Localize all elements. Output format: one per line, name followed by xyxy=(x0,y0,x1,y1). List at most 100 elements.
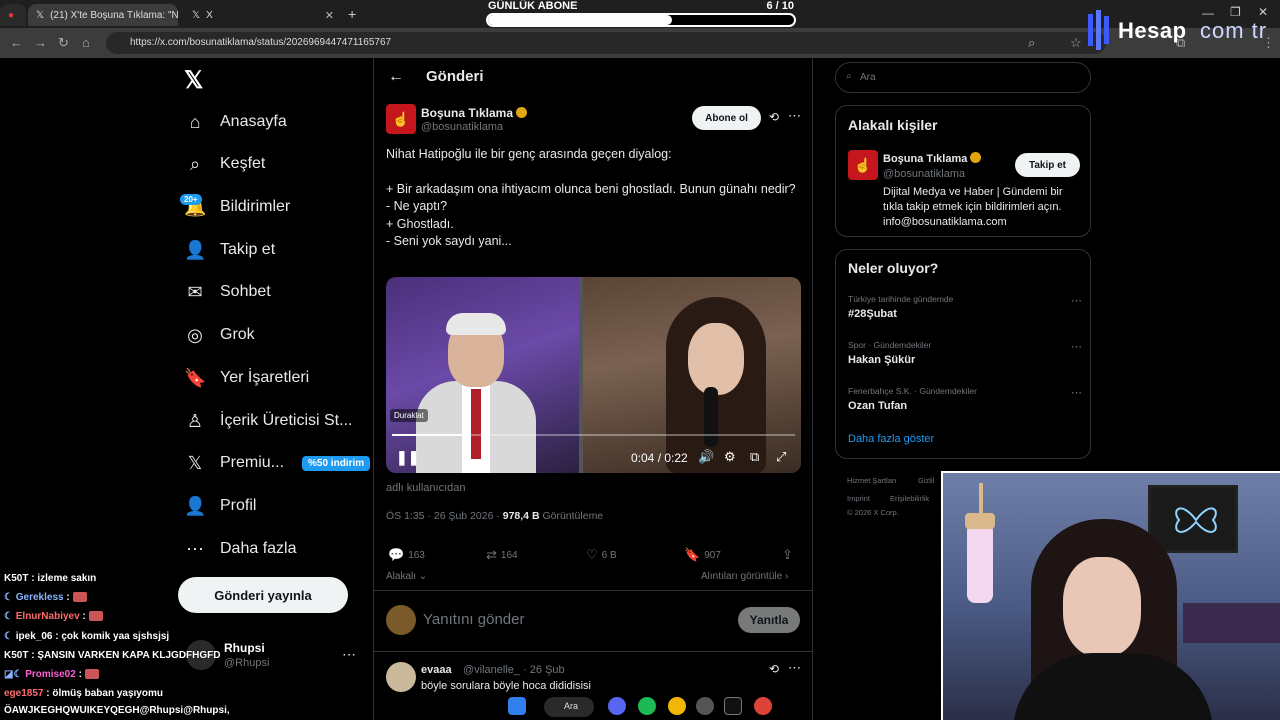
nav-home[interactable]: ⌂ Anasayfa xyxy=(184,105,287,139)
browser-tab-2[interactable]: 𝕏 X ✕ xyxy=(184,4,342,26)
nav-grok[interactable]: ◎ Grok xyxy=(184,318,255,352)
author-handle[interactable]: @bosunatiklama xyxy=(421,121,503,133)
footer-link[interactable]: Imprint xyxy=(847,494,870,503)
settings-gear-icon[interactable]: ⚙ xyxy=(724,449,736,465)
footer-link[interactable]: Hizmet Şartları xyxy=(847,476,897,485)
zoom-icon[interactable]: ⌕ xyxy=(1028,35,1035,51)
reload-icon[interactable]: ↻ xyxy=(58,35,69,51)
chrome-icon[interactable] xyxy=(668,697,686,715)
sort-relevant-dropdown[interactable]: Alakalı ⌄ xyxy=(386,571,427,582)
video-person xyxy=(656,297,776,473)
x-tab-icon: 𝕏 xyxy=(36,9,45,21)
tweet-line: + Bir arkadaşım ona ihtiyacım olunca ben… xyxy=(386,181,796,196)
like-action[interactable]: ♡ 6 B xyxy=(586,547,617,563)
back-icon[interactable]: ← xyxy=(10,35,23,50)
notification-badge: 20+ xyxy=(180,194,202,205)
nav-label: Profil xyxy=(220,497,257,514)
search-label: Ara xyxy=(564,701,579,711)
spotify-icon[interactable] xyxy=(638,697,656,715)
nav-label: Keşfet xyxy=(220,155,266,172)
reply-author[interactable]: evaaa xyxy=(421,664,452,676)
nav-creator-studio[interactable]: ♙ İçerik Üreticisi St... xyxy=(184,404,353,438)
bookmark-count: 907 xyxy=(704,549,721,561)
chat-user: ege1857 xyxy=(4,688,44,699)
chrome-active-icon[interactable] xyxy=(754,697,772,715)
close-tab-icon[interactable]: ✕ xyxy=(325,9,334,22)
more-icon[interactable]: ⋯ xyxy=(1071,294,1082,307)
more-icon[interactable]: ⋯ xyxy=(788,108,801,124)
reply-action[interactable]: 💬 163 xyxy=(388,547,425,563)
brand-logo: Hesap com tr xyxy=(1084,6,1280,56)
nav-explore[interactable]: ⌕ Keşfet xyxy=(184,147,265,181)
follow-button[interactable]: Takip et xyxy=(1015,153,1080,177)
search-input[interactable]: ⌕ Ara xyxy=(835,62,1091,93)
more-icon[interactable]: ⋯ xyxy=(342,646,356,663)
footer-link[interactable]: Erişilebilirlik xyxy=(890,494,929,503)
show-more-link[interactable]: Daha fazla göster xyxy=(848,433,934,445)
video-progress[interactable] xyxy=(392,434,795,436)
like-count: 6 B xyxy=(601,549,617,561)
repost-action[interactable]: ⇄ 164 xyxy=(486,547,518,563)
trend-item[interactable]: Spor · Gündemdekiler Hakan Şükür ⋯ xyxy=(848,340,1082,366)
moon-icon: ☾ xyxy=(4,592,13,603)
quotes-label: Alıntıları görüntüle xyxy=(701,571,783,582)
steam-icon[interactable] xyxy=(696,697,714,715)
grok-icon[interactable]: ⟲ xyxy=(769,110,779,124)
grok-icon[interactable]: ⟲ xyxy=(769,662,779,676)
main-column: ← Gönderi ☝ Boşuna Tıklama @bosunatiklam… xyxy=(373,58,813,720)
author-name[interactable]: Boşuna Tıklama xyxy=(421,106,528,120)
browser-tab-prev[interactable]: ● xyxy=(0,4,26,26)
share-action[interactable]: ⇪ xyxy=(782,547,793,563)
footer-link[interactable]: Gizlil xyxy=(918,476,934,485)
trend-item[interactable]: Türkiye tarihinde gündemde #28Şubat ⋯ xyxy=(848,294,1082,320)
capcut-icon[interactable] xyxy=(724,697,742,715)
nav-more[interactable]: ⋯ Daha fazla xyxy=(184,532,297,566)
taskbar-search[interactable]: Ara xyxy=(544,697,594,717)
tweet-time[interactable]: ÖS 1:35 · 26 Şub 2026 · xyxy=(386,510,500,522)
related-avatar[interactable]: ☝ xyxy=(848,150,878,180)
more-icon[interactable]: ⋯ xyxy=(1071,386,1082,399)
home-browser-icon[interactable]: ⌂ xyxy=(82,35,90,50)
premium-promo-badge: %50 indirim xyxy=(302,455,371,471)
trend-item[interactable]: Fenerbahçe S.K. · Gündemdekiler Ozan Tuf… xyxy=(848,386,1082,412)
reply-button[interactable]: Yanıtla xyxy=(738,607,800,633)
more-icon[interactable]: ⋯ xyxy=(788,660,801,676)
reply-input[interactable]: Yanıtını gönder xyxy=(423,611,524,628)
subscribe-button[interactable]: Abone ol xyxy=(692,106,761,130)
chevron-down-icon: ⌄ xyxy=(418,571,428,582)
nav-bookmarks[interactable]: 🔖 Yer İşaretleri xyxy=(184,361,309,395)
nav-label: Premiu... xyxy=(220,454,285,471)
goal-fill xyxy=(488,15,672,25)
pip-icon[interactable]: ⧉ xyxy=(750,449,759,465)
nav-messages[interactable]: ✉ Sohbet xyxy=(184,275,270,309)
chat-text: : ölmüş baban yaşıyomu xyxy=(46,688,163,699)
x-logo-icon[interactable]: 𝕏 xyxy=(184,66,203,95)
person-add-icon: 👤 xyxy=(184,239,207,260)
view-quotes-link[interactable]: Alıntıları görüntüle › xyxy=(701,571,788,582)
goal-track xyxy=(486,13,796,27)
nav-profile[interactable]: 👤 Profil xyxy=(184,489,256,523)
post-button[interactable]: Gönderi yayınla xyxy=(178,577,348,613)
account-handle: @Rhupsi xyxy=(224,657,270,669)
brand-left: Hesap xyxy=(1118,18,1187,43)
new-tab-button[interactable]: + xyxy=(348,6,356,22)
more-icon[interactable]: ⋯ xyxy=(1071,340,1082,353)
nav-follow[interactable]: 👤 Takip et xyxy=(184,233,275,267)
nav-premium[interactable]: 𝕏 Premiu... %50 indirim xyxy=(184,446,371,480)
back-arrow-icon[interactable]: ← xyxy=(388,68,404,86)
panel-title: Alakalı kişiler xyxy=(848,117,938,133)
discord-icon[interactable] xyxy=(608,697,626,715)
fullscreen-icon[interactable]: ⤢ xyxy=(776,449,786,465)
windows-start-icon[interactable] xyxy=(508,697,526,715)
author-avatar[interactable]: ☝ xyxy=(386,104,416,134)
bookmark-star-icon[interactable]: ☆ xyxy=(1070,35,1082,51)
volume-icon[interactable]: 🔊 xyxy=(698,449,714,465)
pause-icon[interactable]: ❚❚ xyxy=(396,449,419,466)
related-name[interactable]: Boşuna Tıklama xyxy=(883,152,982,165)
forward-icon[interactable]: → xyxy=(34,35,47,50)
url-field[interactable]: https://x.com/bosunatiklama/status/20269… xyxy=(106,32,1106,54)
bookmark-action[interactable]: 🔖 907 xyxy=(684,547,721,563)
video-player[interactable]: Duraklat ❚❚ 0:04 / 0:22 🔊 ⚙ ⧉ ⤢ xyxy=(386,277,801,473)
tweet-line: - Ne yaptı? xyxy=(386,199,448,213)
browser-tab-active[interactable]: 𝕏 (21) X'te Boşuna Tıklama: "N 🔊 ✕ xyxy=(28,4,178,26)
